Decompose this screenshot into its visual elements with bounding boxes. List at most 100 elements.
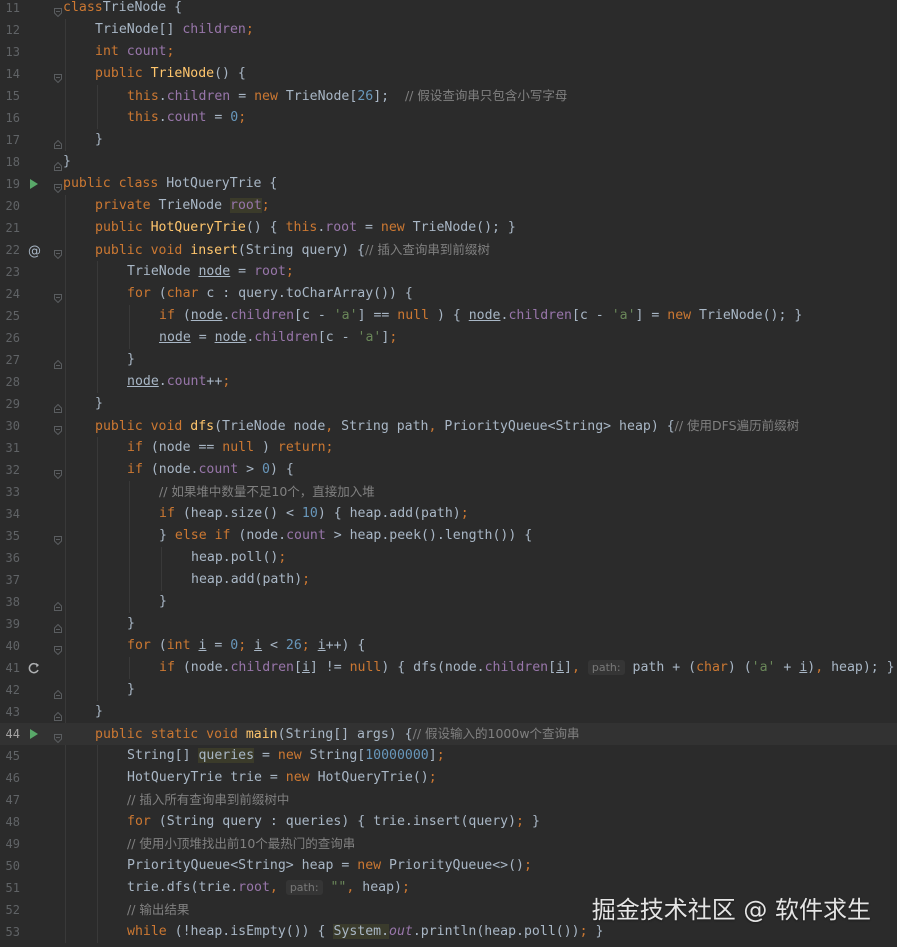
code-line[interactable]: 32 if (node.count > 0) {	[0, 459, 897, 481]
fold-expand-icon[interactable]	[54, 465, 62, 480]
code-line[interactable]: 38}	[0, 591, 897, 613]
fold-end-icon[interactable]	[54, 355, 62, 369]
code-text: TrieNode node = root;	[127, 261, 294, 283]
code-token: +	[775, 660, 800, 675]
code-line[interactable]: 31 if (node == null ) return;	[0, 437, 897, 459]
code-token: .	[158, 89, 167, 104]
code-token: int	[95, 44, 127, 59]
code-line[interactable]: 41 if (node.children[i] != null) { dfs(no…	[0, 657, 897, 679]
code-token: node	[127, 374, 159, 389]
code-line[interactable]: 37 heap.add(path);	[0, 569, 897, 591]
fold-expand-icon[interactable]	[54, 3, 62, 18]
code-token: ;	[278, 550, 287, 565]
code-text: if (node == null ) return;	[127, 437, 333, 459]
fold-expand-icon[interactable]	[54, 421, 62, 436]
code-token: .	[158, 374, 167, 389]
code-line[interactable]: 44 public static void main(String[] args)…	[0, 723, 897, 745]
code-line[interactable]: 35} else if (node.count > heap.peek().le…	[0, 525, 897, 547]
annotation-icon[interactable]: @	[26, 239, 42, 261]
fold-expand-icon[interactable]	[54, 531, 62, 546]
line-number: 19	[5, 177, 20, 191]
code-line[interactable]: 28 node.count++;	[0, 371, 897, 393]
code-line[interactable]: 24 for (char c : query.toCharArray()) {	[0, 283, 897, 305]
code-token: public static void	[95, 727, 246, 742]
run-icon[interactable]	[26, 723, 42, 745]
fold-expand-icon[interactable]	[54, 69, 62, 84]
code-token: children	[182, 22, 246, 37]
code-token: count	[198, 462, 239, 477]
code-token: () {	[214, 66, 246, 81]
code-line[interactable]: 47 // 插入所有查询串到前缀树中	[0, 789, 897, 811]
code-line[interactable]: 17}	[0, 129, 897, 151]
code-line[interactable]: 22 @ public void insert(String query) {// …	[0, 239, 897, 261]
code-token: ;	[436, 748, 445, 763]
fold-expand-icon[interactable]	[54, 289, 62, 304]
code-token: (node.	[238, 528, 287, 543]
code-line[interactable]: 42}	[0, 679, 897, 701]
fold-end-icon[interactable]	[54, 135, 62, 149]
code-line[interactable]: 30 public void dfs(TrieNode node, String …	[0, 415, 897, 437]
code-text: for (int i = 0; i < 26; i++) {	[127, 635, 365, 657]
fold-expand-icon[interactable]	[54, 641, 62, 656]
code-line[interactable]: 16 this.count = 0;	[0, 107, 897, 129]
parameter-hint: path:	[587, 660, 625, 675]
code-line[interactable]: 11 classTrieNode {	[0, 0, 897, 19]
code-line[interactable]: 43}	[0, 701, 897, 723]
code-text: // 如果堆中数量不足10个，直接加入堆	[159, 481, 375, 504]
code-token: (node ==	[150, 440, 223, 455]
code-line[interactable]: 50 PriorityQueue<String> heap = new Prior…	[0, 855, 897, 877]
code-line[interactable]: 29}	[0, 393, 897, 415]
code-line[interactable]: 33 // 如果堆中数量不足10个，直接加入堆	[0, 481, 897, 503]
code-text: }	[127, 613, 135, 635]
run-icon[interactable]	[26, 173, 42, 195]
code-text: trie.dfs(trie.root, path: "", heap);	[127, 877, 410, 899]
code-line[interactable]: 34 if (heap.size() < 10) { heap.add(path)…	[0, 503, 897, 525]
code-line[interactable]: 21 public HotQueryTrie() { this.root = ne…	[0, 217, 897, 239]
code-token: int	[166, 638, 199, 653]
fold-expand-icon[interactable]	[54, 179, 62, 194]
code-line[interactable]: 25 if (node.children[c - 'a'] == null ) {…	[0, 305, 897, 327]
code-editor[interactable]: 11 classTrieNode {12 TrieNode[] children; 1…	[0, 0, 897, 947]
fold-expand-icon[interactable]	[54, 729, 62, 744]
code-line[interactable]: 46 HotQueryTrie trie = new HotQueryTrie()…	[0, 767, 897, 789]
code-line[interactable]: 19 public class HotQueryTrie {	[0, 173, 897, 195]
code-token: TrieNode[	[285, 89, 358, 104]
code-line[interactable]: 15 this.children = new TrieNode[26]; // 假…	[0, 85, 897, 107]
code-line[interactable]: 49 // 使用小顶堆找出前10个最热门的查询串	[0, 833, 897, 855]
code-token: new	[285, 770, 318, 785]
line-number: 28	[5, 375, 20, 389]
code-token: =	[206, 638, 231, 653]
code-line[interactable]: 27}	[0, 349, 897, 371]
code-line[interactable]: 23 TrieNode node = root;	[0, 261, 897, 283]
code-token: // 假设查询串只包含小写字母	[404, 88, 568, 103]
code-line[interactable]: 14 public TrieNode() {	[0, 63, 897, 85]
code-line[interactable]: 20 private TrieNode root;	[0, 195, 897, 217]
code-line[interactable]: 45 String[] queries = new String[10000000…	[0, 745, 897, 767]
code-line[interactable]: 12 TrieNode[] children;	[0, 19, 897, 41]
code-token: for	[127, 286, 159, 301]
code-token: ;	[401, 880, 410, 895]
code-token: ;	[238, 638, 255, 653]
recursive-call-icon[interactable]	[26, 657, 42, 679]
code-line[interactable]: 36 heap.poll();	[0, 547, 897, 569]
code-token: out	[389, 924, 413, 939]
fold-expand-icon[interactable]	[54, 245, 62, 260]
fold-end-icon[interactable]	[54, 157, 62, 171]
code-line[interactable]: 18}	[0, 151, 897, 173]
fold-end-icon[interactable]	[54, 597, 62, 611]
fold-end-icon[interactable]	[54, 399, 62, 413]
line-number: 50	[5, 859, 20, 873]
code-line[interactable]: 26 node = node.children[c - 'a'];	[0, 327, 897, 349]
line-number: 52	[5, 903, 20, 917]
code-token: ;	[389, 330, 398, 345]
fold-end-icon[interactable]	[54, 619, 62, 633]
code-line[interactable]: 13 int count;	[0, 41, 897, 63]
code-line[interactable]: 39}	[0, 613, 897, 635]
code-token: }	[159, 528, 175, 543]
code-line[interactable]: 40 for (int i = 0; i < 26; i++) {	[0, 635, 897, 657]
code-line[interactable]: 48 for (String query : queries) { trie.in…	[0, 811, 897, 833]
fold-end-icon[interactable]	[54, 685, 62, 699]
fold-end-icon[interactable]	[54, 707, 62, 721]
code-token: [c -	[317, 330, 358, 345]
code-token: ;	[524, 858, 532, 873]
